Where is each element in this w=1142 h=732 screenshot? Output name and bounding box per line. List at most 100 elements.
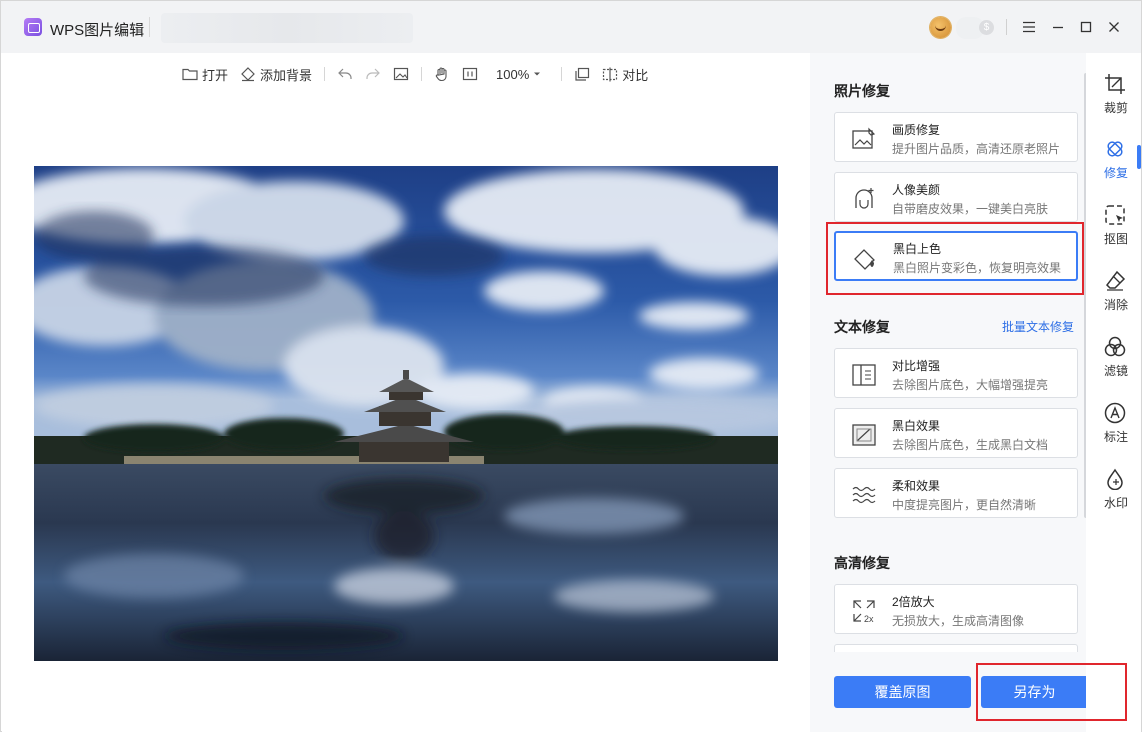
section-title-photo-repair: 照片修复 bbox=[834, 83, 890, 99]
chevron-down-icon bbox=[534, 72, 541, 76]
avatar[interactable] bbox=[930, 17, 951, 38]
window-divider bbox=[1006, 19, 1007, 35]
card-title: 柔和效果 bbox=[892, 479, 941, 493]
rail-item-annotate[interactable]: 标注 bbox=[1086, 398, 1141, 448]
image-icon bbox=[393, 67, 409, 81]
image-button[interactable] bbox=[393, 67, 409, 81]
card-title: 画质修复 bbox=[892, 123, 941, 137]
image-quality-icon bbox=[852, 127, 876, 149]
paint-bucket-icon bbox=[854, 249, 875, 270]
card-desc: 黑白照片变彩色，恢复明亮效果 bbox=[893, 261, 1062, 275]
rail-item-eraser[interactable]: 消除 bbox=[1086, 266, 1141, 316]
rail-label: 滤镜 bbox=[1103, 364, 1128, 378]
eraser-icon bbox=[1106, 270, 1126, 291]
toolbar-divider bbox=[421, 67, 423, 81]
maximize-icon[interactable] bbox=[1077, 18, 1095, 36]
card-contrast-enhance[interactable]: 对比增强 去除图片底色，大幅增强提亮 bbox=[834, 348, 1078, 398]
toolbar-divider bbox=[561, 67, 563, 81]
redo-button[interactable] bbox=[365, 67, 381, 81]
compare-button[interactable]: 对比 bbox=[602, 65, 648, 84]
upscale-2x-icon: 2x bbox=[853, 600, 875, 624]
rail-item-repair[interactable]: 修复 bbox=[1086, 134, 1141, 184]
section-title-hd-repair: 高清修复 bbox=[834, 555, 890, 571]
rail-label: 标注 bbox=[1103, 430, 1128, 444]
undo-button[interactable] bbox=[337, 67, 353, 81]
rail-item-watermark[interactable]: 水印 bbox=[1086, 464, 1141, 514]
card-desc: 去除图片底色，生成黑白文档 bbox=[892, 438, 1049, 452]
app-title: WPS图片编辑 bbox=[50, 22, 145, 39]
zoom-select[interactable]: 100% bbox=[496, 67, 541, 82]
watermark-icon bbox=[1107, 468, 1123, 490]
menu-icon[interactable] bbox=[1020, 18, 1038, 36]
batch-text-repair-link[interactable]: 批量文本修复 bbox=[1002, 318, 1074, 335]
copy-icon bbox=[575, 67, 590, 81]
card-bw-effect[interactable]: 黑白效果 去除图片底色，生成黑白文档 bbox=[834, 408, 1078, 458]
card-desc: 无损放大，生成高清图像 bbox=[892, 614, 1025, 628]
rail-item-filter[interactable]: 滤镜 bbox=[1086, 332, 1141, 382]
edited-photo[interactable] bbox=[34, 166, 778, 661]
card-title: 黑白上色 bbox=[893, 242, 942, 256]
rail-label: 抠图 bbox=[1103, 232, 1128, 246]
image-edit-logo-icon bbox=[24, 18, 42, 36]
overwrite-button[interactable]: 覆盖原图 bbox=[834, 676, 971, 708]
file-name-area bbox=[161, 13, 413, 43]
app-window: WPS图片编辑 $ 打开 添加背景 100% 对比 照片修复 画质修复 提升图片… bbox=[0, 0, 1142, 732]
contrast-enhance-icon bbox=[852, 364, 876, 386]
rail-item-cutout[interactable]: 抠图 bbox=[1086, 200, 1141, 250]
compare-icon bbox=[603, 67, 618, 81]
minimize-icon[interactable] bbox=[1049, 18, 1067, 36]
card-title: 2倍放大 bbox=[892, 595, 935, 609]
add-background-label: 添加背景 bbox=[260, 67, 313, 83]
side-rail: 裁剪 修复 抠图 消除 滤镜 标注 水印 bbox=[1086, 53, 1141, 732]
hand-icon bbox=[435, 67, 447, 82]
card-upscale-2x[interactable]: 2x 2倍放大 无损放大，生成高清图像 bbox=[834, 584, 1078, 634]
toolbar: 打开 添加背景 100% 对比 bbox=[182, 63, 660, 85]
crop-icon bbox=[1105, 74, 1125, 94]
section-title-text-repair: 文本修复 bbox=[834, 319, 890, 335]
add-background-button[interactable]: 添加背景 bbox=[240, 65, 312, 84]
background-icon bbox=[241, 66, 255, 81]
repair-icon bbox=[1107, 141, 1123, 157]
card-soft-effect[interactable]: 柔和效果 中度提亮图片，更自然清晰 bbox=[834, 468, 1078, 518]
title-divider bbox=[149, 17, 150, 37]
redo-icon bbox=[366, 68, 380, 79]
bw-effect-icon bbox=[852, 424, 876, 446]
open-button[interactable]: 打开 bbox=[182, 65, 228, 84]
rail-label: 修复 bbox=[1103, 166, 1128, 180]
title-bar: WPS图片编辑 $ bbox=[1, 1, 1141, 53]
open-label: 打开 bbox=[202, 67, 229, 83]
rail-label: 消除 bbox=[1103, 298, 1128, 312]
canvas-area: 打开 添加背景 100% 对比 bbox=[2, 53, 810, 732]
zoom-value: 100% bbox=[496, 66, 530, 82]
toolbar-divider bbox=[324, 67, 326, 81]
card-next-partial bbox=[834, 644, 1078, 652]
card-title: 人像美颜 bbox=[892, 183, 941, 197]
save-as-label: 另存为 bbox=[1013, 684, 1056, 700]
soft-effect-icon bbox=[852, 486, 876, 504]
rail-label: 裁剪 bbox=[1103, 101, 1128, 115]
compare-label: 对比 bbox=[622, 67, 649, 83]
card-colorize[interactable]: 黑白上色 黑白照片变彩色，恢复明亮效果 bbox=[834, 231, 1078, 281]
rail-item-crop[interactable]: 裁剪 bbox=[1086, 69, 1141, 119]
card-portrait-beauty[interactable]: 人像美颜 自带磨皮效果，一键美白亮肤 bbox=[834, 172, 1078, 222]
svg-text:2x: 2x bbox=[864, 614, 874, 624]
repair-panel: 照片修复 画质修复 提升图片品质，高清还原老照片 人像美颜 自带磨皮效果，一键美… bbox=[810, 53, 1117, 732]
portrait-beauty-icon bbox=[855, 188, 874, 209]
undo-icon bbox=[338, 68, 352, 79]
cutout-icon bbox=[1105, 205, 1125, 225]
annotate-icon bbox=[1104, 402, 1126, 424]
card-desc: 去除图片底色，大幅增强提亮 bbox=[892, 378, 1049, 392]
copy-button[interactable] bbox=[574, 67, 590, 82]
filter-icon bbox=[1104, 336, 1126, 357]
folder-icon bbox=[182, 68, 198, 81]
rail-label: 水印 bbox=[1103, 496, 1128, 510]
pan-button[interactable] bbox=[434, 66, 450, 82]
card-desc: 中度提亮图片，更自然清晰 bbox=[892, 498, 1037, 512]
actual-size-icon bbox=[462, 67, 478, 81]
card-title: 对比增强 bbox=[892, 359, 941, 373]
actual-size-button[interactable] bbox=[462, 67, 478, 81]
coin-icon[interactable]: $ bbox=[979, 20, 994, 35]
card-desc: 提升图片品质，高清还原老照片 bbox=[892, 142, 1061, 156]
card-image-quality[interactable]: 画质修复 提升图片品质，高清还原老照片 bbox=[834, 112, 1078, 162]
close-icon[interactable] bbox=[1105, 18, 1123, 36]
